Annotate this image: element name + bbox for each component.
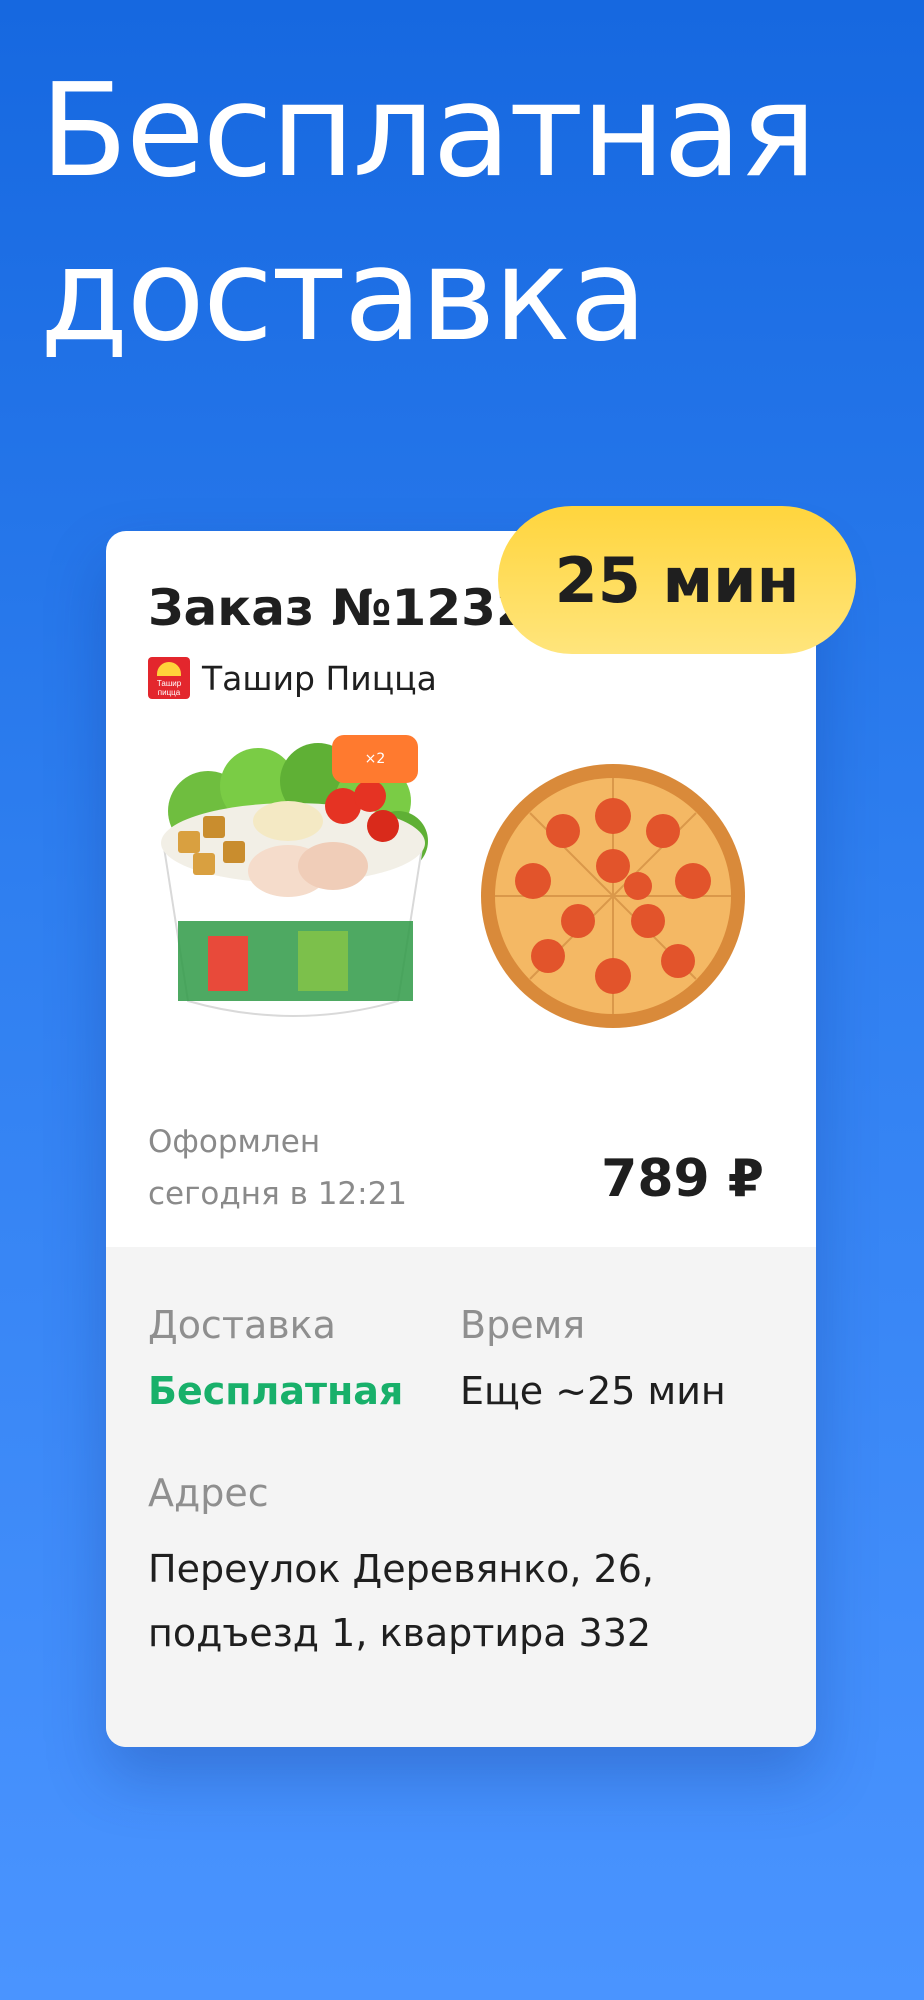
address-label: Адрес — [148, 1471, 269, 1515]
delivery-label: Доставка — [148, 1303, 336, 1347]
time-label: Время — [460, 1303, 586, 1347]
headline-line-1: Бесплатная — [40, 57, 817, 206]
eta-badge: 25 мин — [498, 506, 856, 654]
address-line-2: подъезд 1, квартира 332 — [148, 1611, 652, 1655]
pizza-image — [478, 761, 748, 1031]
promo-headline: Бесплатная доставка — [40, 50, 900, 378]
order-items: ×2 — [148, 731, 774, 1061]
placed-label: Оформлен — [148, 1124, 321, 1160]
placed-time: сегодня в 12:21 — [148, 1176, 408, 1212]
address-value: Переулок Деревянко, 26, подъезд 1, кварт… — [148, 1537, 654, 1665]
restaurant-logo-text: Ташир пицца — [156, 679, 182, 697]
restaurant-name: Ташир Пицца — [202, 658, 437, 698]
headline-line-2: доставка — [40, 221, 647, 370]
quantity-badge: ×2 — [332, 735, 418, 783]
order-placed-info: Оформлен сегодня в 12:21 — [148, 1116, 407, 1220]
order-card[interactable]: Заказ №1232 Ташир пицца Ташир Пицца ×2 О… — [106, 531, 816, 1747]
restaurant-info: Ташир пицца Ташир Пицца — [148, 657, 437, 699]
order-title: Заказ №1232 — [148, 579, 531, 637]
restaurant-logo-icon: Ташир пицца — [148, 657, 190, 699]
order-details: Доставка Бесплатная Время Еще ~25 мин Ад… — [106, 1247, 816, 1747]
salad-image: ×2 — [148, 731, 438, 1031]
delivery-value: Бесплатная — [148, 1369, 404, 1413]
time-value: Еще ~25 мин — [460, 1369, 726, 1413]
address-line-1: Переулок Деревянко, 26, — [148, 1547, 654, 1591]
order-price: 789 ₽ — [601, 1149, 764, 1209]
